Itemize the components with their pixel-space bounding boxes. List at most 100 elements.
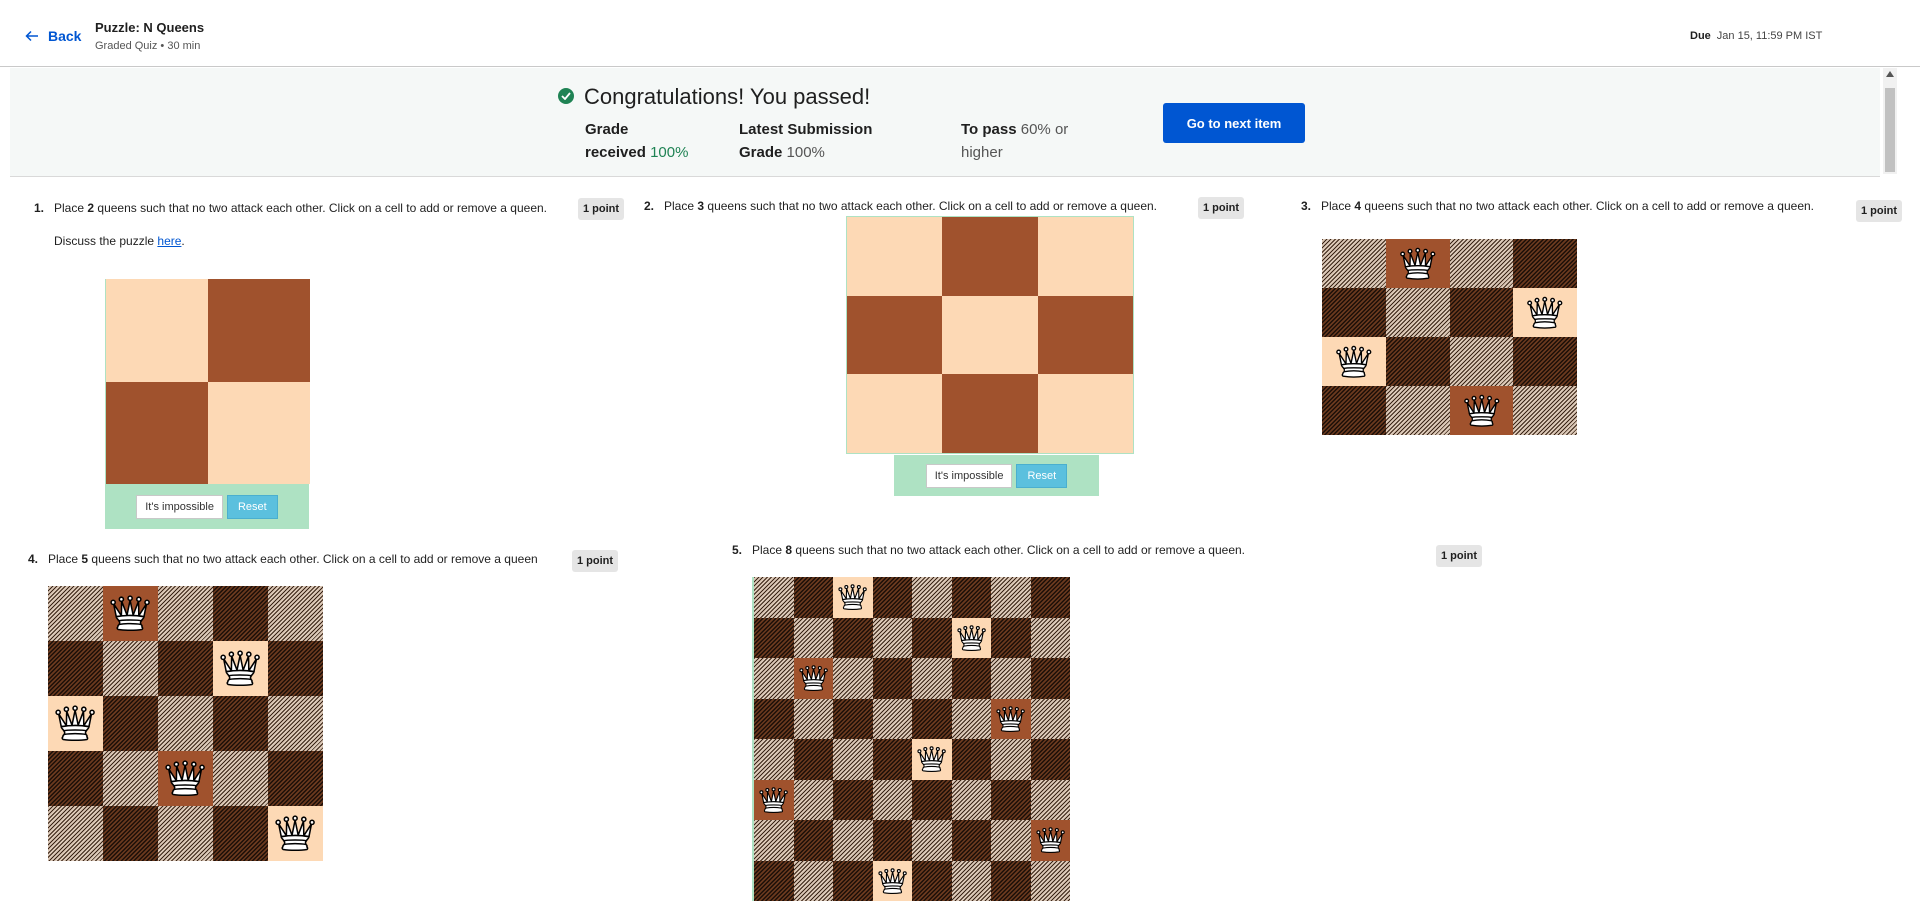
board-cell[interactable]	[872, 617, 912, 658]
board-cell[interactable]	[951, 698, 991, 739]
board-cell[interactable]	[912, 698, 952, 739]
board-cell[interactable]	[833, 698, 873, 739]
board-cell[interactable]	[208, 279, 310, 382]
board-cell[interactable]	[1037, 295, 1133, 375]
board-cell[interactable]	[991, 577, 1031, 618]
board-cell[interactable]	[912, 658, 952, 699]
board-cell[interactable]	[942, 374, 1038, 453]
board-cell[interactable]	[158, 806, 213, 861]
board-cell[interactable]	[213, 696, 268, 751]
board-cell[interactable]	[48, 641, 103, 696]
board-cell[interactable]	[754, 820, 794, 861]
board-cell[interactable]	[991, 779, 1031, 820]
board-cell[interactable]	[1385, 337, 1450, 386]
board-cell[interactable]	[103, 696, 158, 751]
impossible-button[interactable]: It's impossible	[925, 463, 1013, 488]
board-cell[interactable]	[754, 739, 794, 780]
board-cell[interactable]	[106, 381, 208, 484]
board-cell[interactable]	[951, 860, 991, 901]
board-cell[interactable]	[942, 295, 1038, 375]
board-cell[interactable]	[991, 820, 1031, 861]
board-cell[interactable]	[951, 658, 991, 699]
board-cell[interactable]	[754, 617, 794, 658]
board-cell-queen[interactable]	[872, 860, 912, 901]
board-cell[interactable]	[951, 779, 991, 820]
board-cell[interactable]	[48, 806, 103, 861]
board-cell-queen[interactable]	[1449, 386, 1514, 435]
board-cell[interactable]	[268, 641, 323, 696]
board-cell[interactable]	[912, 617, 952, 658]
board-cell[interactable]	[208, 381, 310, 484]
board-cell[interactable]	[991, 617, 1031, 658]
board-cell[interactable]	[1513, 337, 1577, 386]
board-cell-queen[interactable]	[754, 779, 794, 820]
board-cell[interactable]	[872, 658, 912, 699]
board-cell-queen[interactable]	[1513, 288, 1577, 337]
board-cell[interactable]	[912, 860, 952, 901]
board-cell[interactable]	[1322, 386, 1386, 435]
board-cell[interactable]	[872, 739, 912, 780]
board-cell[interactable]	[912, 577, 952, 618]
board-cell-queen[interactable]	[951, 617, 991, 658]
chess-board-q1[interactable]	[105, 279, 310, 484]
board-cell[interactable]	[833, 658, 873, 699]
board-cell[interactable]	[872, 779, 912, 820]
board-cell[interactable]	[158, 586, 213, 641]
scroll-up-icon[interactable]	[1886, 71, 1894, 77]
board-cell[interactable]	[942, 217, 1038, 296]
board-cell[interactable]	[793, 698, 833, 739]
board-cell[interactable]	[1037, 374, 1133, 453]
board-cell[interactable]	[872, 820, 912, 861]
board-cell[interactable]	[754, 860, 794, 901]
discuss-link[interactable]: here	[157, 234, 181, 248]
board-cell[interactable]	[268, 751, 323, 806]
board-cell[interactable]	[912, 820, 952, 861]
board-cell[interactable]	[793, 860, 833, 901]
board-cell[interactable]	[1449, 239, 1514, 288]
board-cell-queen[interactable]	[1030, 820, 1070, 861]
board-cell[interactable]	[1030, 577, 1070, 618]
board-cell[interactable]	[847, 217, 943, 296]
reset-button[interactable]: Reset	[226, 494, 278, 519]
board-cell[interactable]	[268, 696, 323, 751]
board-cell[interactable]	[1513, 386, 1577, 435]
board-cell-queen[interactable]	[991, 698, 1031, 739]
board-cell[interactable]	[754, 698, 794, 739]
board-cell[interactable]	[1385, 386, 1450, 435]
back-button[interactable]: Back	[24, 28, 81, 44]
board-cell-queen[interactable]	[48, 696, 103, 751]
board-cell[interactable]	[833, 779, 873, 820]
board-cell[interactable]	[1030, 779, 1070, 820]
board-cell[interactable]	[103, 641, 158, 696]
board-cell[interactable]	[793, 577, 833, 618]
board-cell[interactable]	[103, 806, 158, 861]
board-cell[interactable]	[991, 860, 1031, 901]
board-cell[interactable]	[1449, 337, 1514, 386]
board-cell[interactable]	[951, 577, 991, 618]
board-cell-queen[interactable]	[833, 577, 873, 618]
board-cell[interactable]	[1322, 288, 1386, 337]
board-cell[interactable]	[158, 641, 213, 696]
board-cell[interactable]	[991, 658, 1031, 699]
chess-board-q3[interactable]	[1322, 239, 1577, 435]
next-item-button[interactable]: Go to next item	[1163, 103, 1305, 143]
board-cell[interactable]	[872, 698, 912, 739]
board-cell[interactable]	[1513, 239, 1577, 288]
chess-board-q4[interactable]	[48, 586, 323, 861]
board-cell-queen[interactable]	[1322, 337, 1386, 386]
scrollbar-thumb[interactable]	[1885, 88, 1895, 172]
board-cell[interactable]	[833, 739, 873, 780]
board-cell[interactable]	[991, 739, 1031, 780]
board-cell[interactable]	[847, 374, 943, 453]
board-cell[interactable]	[872, 577, 912, 618]
board-cell[interactable]	[1030, 860, 1070, 901]
board-cell[interactable]	[847, 295, 943, 375]
impossible-button[interactable]: It's impossible	[136, 494, 223, 519]
board-cell[interactable]	[793, 617, 833, 658]
board-cell[interactable]	[106, 279, 208, 382]
board-cell[interactable]	[833, 617, 873, 658]
board-cell-queen[interactable]	[213, 641, 268, 696]
board-cell[interactable]	[793, 820, 833, 861]
board-cell-queen[interactable]	[1385, 239, 1450, 288]
board-cell[interactable]	[213, 806, 268, 861]
